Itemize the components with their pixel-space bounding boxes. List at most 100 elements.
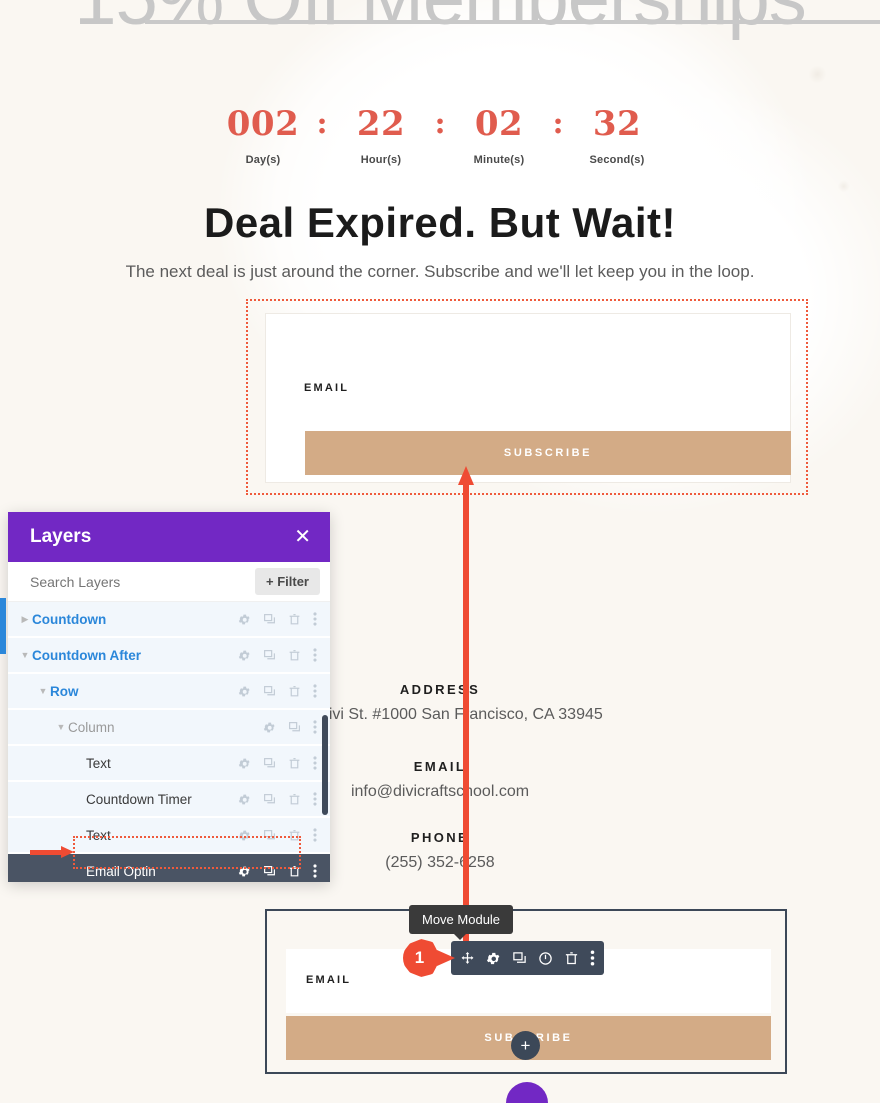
layer-row-row[interactable]: ▼ Row xyxy=(8,674,330,708)
countdown-days-value: 002 xyxy=(226,104,300,144)
trash-icon[interactable] xyxy=(288,685,301,698)
chevron-toggle-icon[interactable]: ▼ xyxy=(36,686,50,696)
gear-icon[interactable] xyxy=(238,793,251,806)
duplicate-icon[interactable] xyxy=(263,613,276,626)
screenshot-root: 15% Off Memberships 002 Day(s) : 22 Hour… xyxy=(0,0,880,1103)
annotation-arrow-right-shaft xyxy=(30,850,62,855)
duplicate-icon[interactable] xyxy=(263,685,276,698)
countdown-seconds-value: 32 xyxy=(592,104,642,144)
more-icon[interactable] xyxy=(313,828,317,842)
chevron-toggle-icon[interactable]: ▼ xyxy=(54,722,68,732)
countdown-hours-value: 22 xyxy=(356,104,406,144)
countdown-minutes: 02 Minute(s) xyxy=(453,104,545,166)
duplicate-icon[interactable] xyxy=(263,865,276,878)
layers-scrollbar[interactable] xyxy=(322,715,328,815)
more-icon[interactable] xyxy=(313,648,317,662)
layer-row-label: Email Optin xyxy=(86,863,156,879)
duplicate-icon[interactable] xyxy=(263,829,276,842)
email-field-label: EMAIL xyxy=(304,382,350,394)
module-toolbar[interactable] xyxy=(451,941,604,975)
layer-row-label: Text xyxy=(86,827,111,843)
layer-row-countdown-timer[interactable]: Countdown Timer xyxy=(8,782,330,816)
countdown-timer: 002 Day(s) : 22 Hour(s) : 02 Minute(s) :… xyxy=(0,104,880,166)
search-input[interactable] xyxy=(30,573,230,590)
countdown-days: 002 Day(s) xyxy=(217,104,309,166)
gear-icon[interactable] xyxy=(238,649,251,662)
layer-row-actions xyxy=(263,720,330,734)
duplicate-icon[interactable] xyxy=(288,721,301,734)
layer-row-actions xyxy=(238,648,330,662)
annotation-arrow-right-head xyxy=(61,846,74,858)
step-badge-1: 1 xyxy=(403,939,455,977)
trash-icon[interactable] xyxy=(564,951,579,966)
layer-row-column[interactable]: ▼ Column xyxy=(8,710,330,744)
layers-search-bar[interactable]: + Filter xyxy=(8,562,330,602)
layers-panel[interactable]: Layers ✕ + Filter ▶Countdown▼Countdown A… xyxy=(8,512,330,882)
duplicate-icon[interactable] xyxy=(263,793,276,806)
trash-icon[interactable] xyxy=(288,757,301,770)
countdown-separator-1: : xyxy=(316,106,328,141)
filter-button[interactable]: + Filter xyxy=(255,568,320,595)
more-icon[interactable] xyxy=(313,720,317,734)
gear-icon[interactable] xyxy=(263,721,276,734)
countdown-hours-label: Hour(s) xyxy=(360,154,402,166)
gear-icon[interactable] xyxy=(238,757,251,770)
trash-icon[interactable] xyxy=(288,649,301,662)
layer-row-label: Countdown Timer xyxy=(86,791,192,807)
layer-row-text[interactable]: Text xyxy=(8,746,330,780)
power-icon[interactable] xyxy=(538,951,553,966)
layers-edge-indicator xyxy=(0,598,6,654)
more-icon[interactable] xyxy=(313,756,317,770)
countdown-separator-3: : xyxy=(552,106,564,141)
countdown-hours: 22 Hour(s) xyxy=(335,104,427,166)
layer-row-actions xyxy=(238,864,330,878)
trash-icon[interactable] xyxy=(288,613,301,626)
layer-row-actions xyxy=(238,792,330,806)
countdown-days-label: Day(s) xyxy=(245,154,281,166)
layer-row-actions xyxy=(238,828,330,842)
gear-icon[interactable] xyxy=(238,685,251,698)
subscribe-button[interactable]: SUBSCRIBE xyxy=(305,431,791,475)
annotation-arrow-up xyxy=(458,466,474,960)
layer-row-countdown-after[interactable]: ▼ Countdown After xyxy=(8,638,330,672)
deal-subheading: The next deal is just around the corner.… xyxy=(125,262,755,281)
more-icon[interactable] xyxy=(313,684,317,698)
gear-icon[interactable] xyxy=(486,951,501,966)
gear-icon[interactable] xyxy=(238,613,251,626)
trash-icon[interactable] xyxy=(288,829,301,842)
chevron-toggle-icon[interactable]: ▶ xyxy=(18,614,32,625)
gear-icon[interactable] xyxy=(238,829,251,842)
layer-row-label: Row xyxy=(50,683,79,699)
countdown-separator-2: : xyxy=(434,106,446,141)
annotation-arrow-right xyxy=(30,846,74,859)
countdown-minutes-label: Minute(s) xyxy=(473,154,525,166)
trash-icon[interactable] xyxy=(288,793,301,806)
add-module-button[interactable]: + xyxy=(511,1031,540,1060)
more-icon[interactable] xyxy=(590,950,595,966)
layers-panel-header: Layers ✕ xyxy=(8,512,330,562)
layer-row-countdown[interactable]: ▶ Countdown xyxy=(8,602,330,636)
more-icon[interactable] xyxy=(313,792,317,806)
layer-row-label: Text xyxy=(86,755,111,771)
duplicate-icon[interactable] xyxy=(263,649,276,662)
chevron-toggle-icon[interactable]: ▼ xyxy=(18,650,32,660)
email-optin-card: EMAIL SUBSCRIBE xyxy=(265,313,791,483)
trash-icon[interactable] xyxy=(288,865,301,878)
more-icon[interactable] xyxy=(313,612,317,626)
email-optin-module-highlight[interactable]: EMAIL SUBSCRIBE xyxy=(246,299,808,495)
more-icon[interactable] xyxy=(313,864,317,878)
layers-panel-title: Layers xyxy=(30,526,92,547)
layers-list[interactable]: ▶ Countdown ▼ Countdown After ▼ Row ▼ Column Tex… xyxy=(8,602,330,882)
move-module-tooltip: Move Module xyxy=(409,905,514,940)
title-strikethrough xyxy=(145,20,880,24)
move-icon[interactable] xyxy=(460,951,475,966)
layer-row-actions xyxy=(238,612,330,626)
layer-row-label: Column xyxy=(68,719,115,735)
bottom-email-field-label: EMAIL xyxy=(306,974,352,986)
divi-logo-button[interactable] xyxy=(506,1082,548,1103)
close-icon[interactable]: ✕ xyxy=(294,527,311,547)
duplicate-icon[interactable] xyxy=(512,951,527,966)
gear-icon[interactable] xyxy=(238,865,251,878)
duplicate-icon[interactable] xyxy=(263,757,276,770)
layer-row-actions xyxy=(238,684,330,698)
